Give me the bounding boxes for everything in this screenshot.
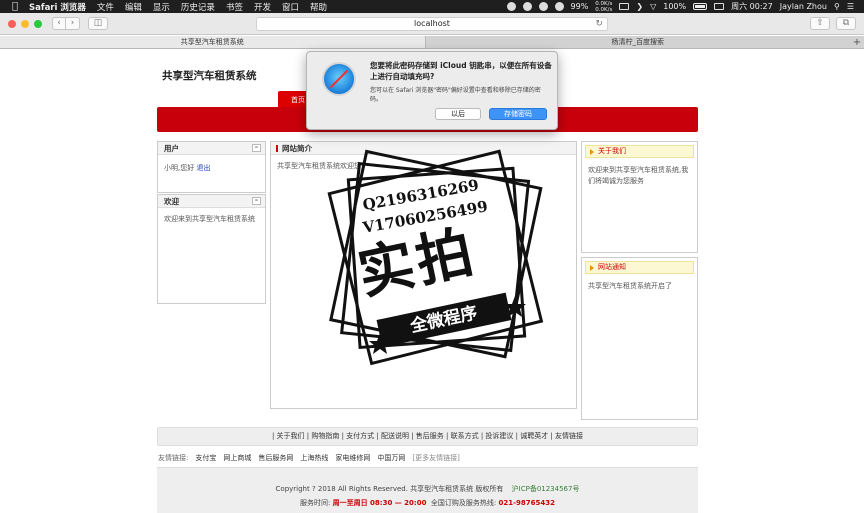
sidebar-toggle-button[interactable]: ◫	[88, 17, 108, 30]
logout-link[interactable]: 退出	[196, 164, 210, 172]
intro-box: 网站简介 共享型汽车租赁系统欢迎您	[270, 141, 577, 409]
intro-box-header: 网站简介	[271, 142, 576, 155]
input-source-icon[interactable]	[714, 3, 725, 10]
user-greeting: 小明,您好	[164, 164, 195, 172]
share-button[interactable]: ⇧	[810, 17, 830, 30]
not-now-button[interactable]: 以后	[435, 108, 481, 120]
notification-center-icon[interactable]: ☰	[847, 2, 854, 11]
progress-icon[interactable]	[554, 2, 564, 11]
battery-icon[interactable]	[693, 3, 708, 10]
friend-link[interactable]: 网上商城	[223, 453, 251, 463]
back-button[interactable]: ‹	[52, 17, 66, 30]
link-delivery[interactable]: 配送说明	[381, 432, 409, 440]
zoom-window-button[interactable]	[34, 19, 42, 28]
collapse-icon[interactable]: –	[252, 144, 261, 152]
tab-baidu-search[interactable]: 杨清柠_百度搜索	[426, 36, 851, 48]
collapse-icon[interactable]: –	[252, 197, 261, 205]
about-text: 欢迎来到共享型汽车租赁系统,我们将竭诚为您服务	[588, 166, 689, 185]
link-payment[interactable]: 支付方式	[346, 432, 374, 440]
menu-help[interactable]: 帮助	[310, 1, 327, 13]
apple-menu-icon[interactable]: 	[12, 1, 18, 12]
user-box-header: 用户 –	[158, 142, 265, 155]
chat-icon[interactable]	[522, 2, 532, 11]
status-icon[interactable]	[506, 2, 516, 11]
site-footer: Copyright ? 2018 All Rights Reserved. 共享…	[157, 467, 698, 513]
menu-view[interactable]: 显示	[153, 1, 170, 13]
footer-links: | 关于我们 | 购物指南 | 支付方式 | 配送说明 | 售后服务 | 联系方…	[157, 427, 698, 446]
save-password-dialog: 您要将此密码存储到 iCloud 钥匙串，以便在所有设备上进行自动填充吗? 您可…	[306, 51, 558, 130]
about-box-header: 关于我们	[585, 145, 694, 158]
display-icon[interactable]	[619, 3, 630, 10]
menu-window[interactable]: 窗口	[282, 1, 299, 13]
hotline-label: 全国订购及服务热线:	[430, 499, 497, 507]
notice-text: 共享型汽车租赁系统开启了	[588, 282, 672, 290]
menu-file[interactable]: 文件	[97, 1, 114, 13]
address-bar[interactable]: localhost ↻	[256, 17, 608, 31]
friend-link[interactable]: 中国万网	[377, 453, 405, 463]
bluetooth-icon[interactable]: ❯	[636, 2, 643, 11]
service-hours: 周一至周日 08:30 — 20:00	[332, 499, 427, 507]
welcome-box: 欢迎 – 欢迎来到共享型汽车租赁系统	[157, 194, 266, 304]
hours-label: 服务时间:	[300, 499, 331, 507]
link-complaints[interactable]: 投诉建议	[485, 432, 513, 440]
link-after-sales[interactable]: 售后服务	[416, 432, 444, 440]
battery-percent: 99%	[570, 2, 589, 11]
menu-history[interactable]: 历史记录	[181, 1, 215, 13]
clock[interactable]: 周六 00:27	[731, 1, 773, 12]
more-friend-links[interactable]: [更多友情链接]	[412, 453, 459, 463]
welcome-box-header: 欢迎 –	[158, 195, 265, 208]
wifi-icon[interactable]: ▽	[650, 2, 656, 11]
user-box: 用户 – 小明,您好 退出	[157, 141, 266, 193]
dialog-message: 您可以在 Safari 浏览器"密码"偏好设置中查看和移除已存储的密码。	[370, 87, 541, 103]
friend-links: 友情链接: 支付宝 网上商城 售后服务网 上海热线 家电维修网 中国万网 [更多…	[158, 453, 460, 463]
close-window-button[interactable]	[8, 19, 16, 28]
welcome-text: 欢迎来到共享型汽车租赁系统	[164, 215, 255, 223]
user-box-body: 小明,您好 退出	[158, 155, 265, 180]
notice-box-header: 网站通知	[585, 261, 694, 274]
link-contact[interactable]: 联系方式	[451, 432, 479, 440]
wechat-icon[interactable]	[538, 2, 548, 11]
tab-bar: 共享型汽车租赁系统 杨清柠_百度搜索 +	[0, 36, 864, 49]
reload-icon[interactable]: ↻	[595, 18, 603, 30]
link-careers[interactable]: 诚聘英才	[520, 432, 548, 440]
friend-link[interactable]: 上海热线	[300, 453, 328, 463]
save-password-button[interactable]: 存储密码	[489, 108, 547, 120]
intro-text: 共享型汽车租赁系统欢迎您	[277, 162, 361, 170]
about-box: 关于我们 欢迎来到共享型汽车租赁系统,我们将竭诚为您服务	[581, 141, 698, 253]
link-shopping-guide[interactable]: 购物指南	[311, 432, 339, 440]
friend-links-label: 友情链接:	[158, 454, 189, 462]
minimize-window-button[interactable]	[21, 19, 29, 28]
menu-bar:  Safari 浏览器 文件 编辑 显示 历史记录 书签 开发 窗口 帮助 9…	[0, 0, 864, 13]
show-tabs-button[interactable]: ⧉	[836, 17, 856, 30]
tab-car-rental[interactable]: 共享型汽车租赁系统	[0, 36, 426, 48]
friend-link[interactable]: 家电维修网	[335, 453, 370, 463]
user-name[interactable]: Jaylan Zhou	[780, 2, 827, 11]
copyright-text: Copyright ? 2018 All Rights Reserved. 共享…	[275, 485, 504, 493]
safari-icon	[322, 62, 356, 96]
notice-box: 网站通知 共享型汽车租赁系统开启了	[581, 257, 698, 420]
dialog-title: 您要将此密码存储到 iCloud 钥匙串，以便在所有设备上进行自动填充吗?	[370, 61, 552, 81]
menu-app-name[interactable]: Safari 浏览器	[29, 1, 86, 13]
icp-link[interactable]: 沪ICP备01234567号	[512, 485, 580, 493]
new-tab-button[interactable]: +	[850, 36, 864, 48]
spotlight-icon[interactable]: ⚲	[834, 2, 840, 11]
browser-toolbar: ‹ › ◫ localhost ↻ ⇧ ⧉	[0, 13, 864, 35]
site-title: 共享型汽车租赁系统	[162, 70, 257, 82]
address-text: localhost	[414, 19, 450, 28]
menu-bookmarks[interactable]: 书签	[226, 1, 243, 13]
link-about[interactable]: 关于我们	[277, 432, 305, 440]
battery-level: 100%	[663, 2, 687, 11]
menu-develop[interactable]: 开发	[254, 1, 271, 13]
network-speed: 0.0K/s 0.0K/s	[595, 0, 613, 13]
forward-button[interactable]: ›	[66, 17, 80, 30]
friend-link[interactable]: 售后服务网	[258, 453, 293, 463]
menu-edit[interactable]: 编辑	[125, 1, 142, 13]
hotline-number: 021-98765432	[498, 499, 555, 507]
link-friend-links[interactable]: 友情链接	[555, 432, 583, 440]
friend-link[interactable]: 支付宝	[195, 453, 216, 463]
